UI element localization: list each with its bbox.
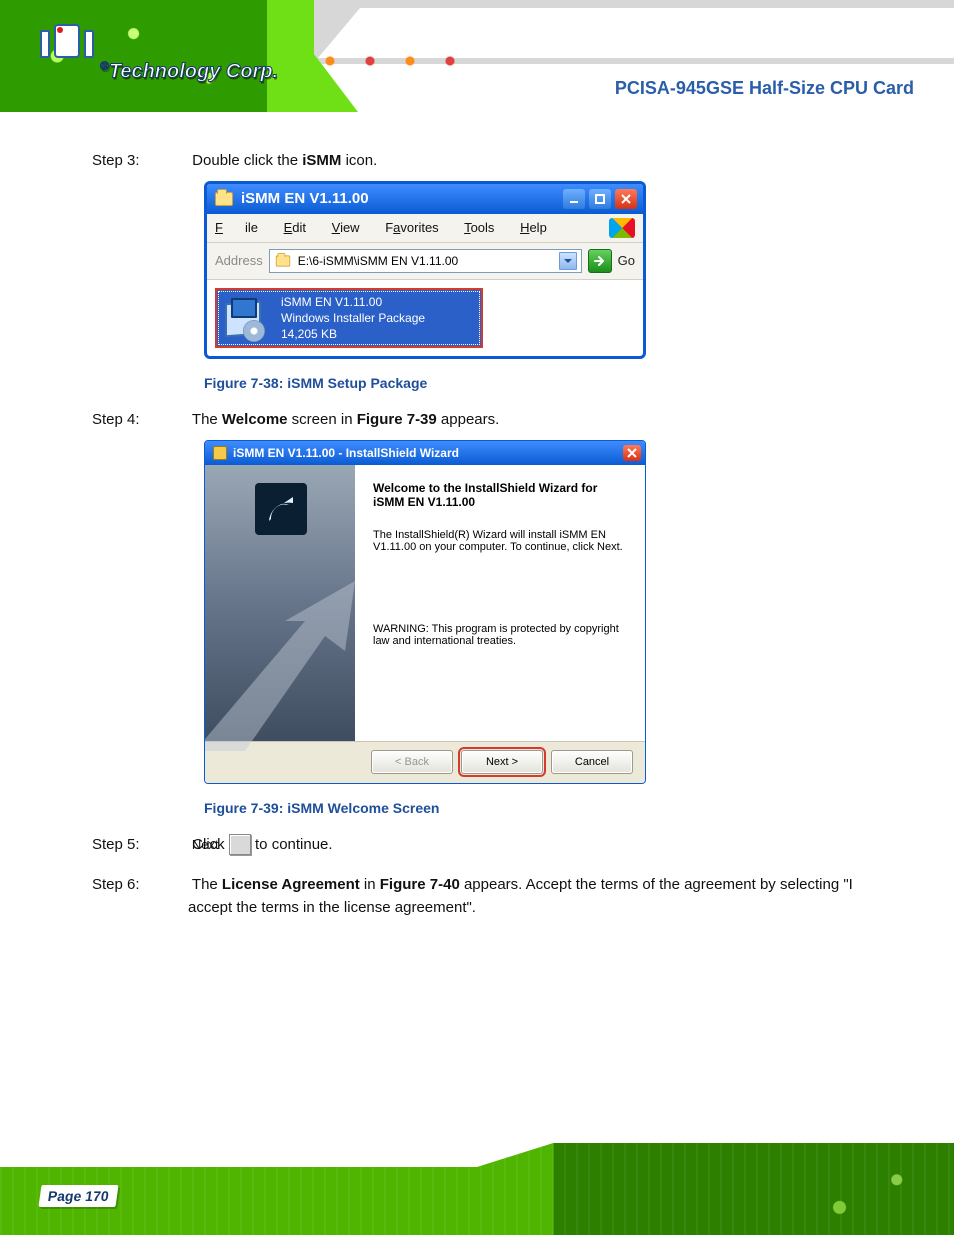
address-dropdown-button[interactable]: [559, 252, 577, 270]
wizard-warning: WARNING: This program is protected by co…: [373, 623, 627, 647]
figure-caption-7-39: Figure 7-39: iSMM Welcome Screen: [204, 800, 894, 816]
menu-file[interactable]: File: [215, 220, 258, 235]
wizard-title: iSMM EN V1.11.00 - InstallShield Wizard: [233, 446, 459, 460]
wizard-titlebar[interactable]: iSMM EN V1.11.00 - InstallShield Wizard: [205, 441, 645, 465]
window-title: iSMM EN V1.11.00: [241, 190, 369, 207]
close-button[interactable]: [615, 189, 637, 209]
file-item-ismm[interactable]: iSMM EN V1.11.00 Windows Installer Packa…: [215, 288, 483, 349]
wizard-paragraph-1: The InstallShield(R) Wizard will install…: [373, 529, 627, 553]
model-name: PCISA-945GSE Half-Size CPU Card: [615, 78, 914, 99]
minimize-button[interactable]: [563, 189, 585, 209]
menu-favorites[interactable]: Favorites: [385, 220, 438, 235]
explorer-body[interactable]: iSMM EN V1.11.00 Windows Installer Packa…: [207, 280, 643, 357]
step-6: Step 6: The License Agreement in Figure …: [140, 874, 894, 919]
close-button[interactable]: [623, 445, 641, 461]
go-label: Go: [618, 253, 635, 268]
msi-icon: [213, 446, 227, 460]
window-titlebar[interactable]: iSMM EN V1.11.00: [207, 184, 643, 214]
wizard-body: Welcome to the InstallShield Wizard for …: [205, 465, 645, 741]
address-value: E:\6-iSMM\iSMM EN V1.11.00: [298, 254, 553, 268]
address-bar: Address E:\6-iSMM\iSMM EN V1.11.00 Go: [207, 243, 643, 280]
figure-caption-7-38: Figure 7-38: iSMM Setup Package: [204, 375, 894, 391]
page-number: Page 170: [40, 1185, 117, 1207]
brand-tagline: ®Technology Corp.: [100, 60, 278, 82]
menu-help[interactable]: Help: [520, 220, 547, 235]
step-5: Step 5: Click Next to continue.: [140, 834, 894, 857]
brand-logo: [40, 24, 96, 64]
folder-icon: [215, 192, 233, 206]
installshield-logo-icon: [255, 483, 307, 535]
installshield-window: iSMM EN V1.11.00 - InstallShield Wizard …: [204, 440, 646, 784]
page-header: ®Technology Corp. PCISA-945GSE Half-Size…: [0, 0, 954, 112]
step-4: Step 4: The Welcome screen in Figure 7-3…: [140, 409, 894, 432]
back-button: < Back: [371, 750, 453, 774]
cancel-button[interactable]: Cancel: [551, 750, 633, 774]
next-keycap: Next: [229, 834, 251, 855]
go-button[interactable]: [588, 249, 612, 273]
next-button[interactable]: Next >: [461, 750, 543, 774]
address-label: Address: [215, 253, 263, 268]
folder-icon: [276, 255, 290, 266]
wizard-main: Welcome to the InstallShield Wizard for …: [355, 465, 645, 741]
address-input[interactable]: E:\6-iSMM\iSMM EN V1.11.00: [269, 249, 582, 273]
file-item-label: iSMM EN V1.11.00 Windows Installer Packa…: [281, 294, 425, 343]
page-footer: Page 170: [0, 1125, 954, 1235]
side-arrow-icon: [204, 581, 375, 751]
menu-tools[interactable]: Tools: [464, 220, 494, 235]
explorer-window: iSMM EN V1.11.00 File Edit View Favorite…: [204, 181, 646, 360]
header-dot-accent: [320, 56, 560, 66]
step-3: Step 3: Double click the iSMM icon.: [140, 150, 894, 173]
wizard-welcome-heading: Welcome to the InstallShield Wizard for …: [373, 481, 627, 509]
wizard-side-graphic: [205, 465, 355, 741]
page-content: Step 3: Double click the iSMM icon. iSMM…: [0, 112, 954, 959]
menu-view[interactable]: View: [332, 220, 360, 235]
windows-flag-icon: [609, 218, 635, 238]
menu-edit[interactable]: Edit: [284, 220, 306, 235]
iei-logo-icon: [40, 24, 96, 64]
msi-package-icon: [223, 294, 271, 342]
menubar: File Edit View Favorites Tools Help: [207, 214, 643, 243]
maximize-button[interactable]: [589, 189, 611, 209]
